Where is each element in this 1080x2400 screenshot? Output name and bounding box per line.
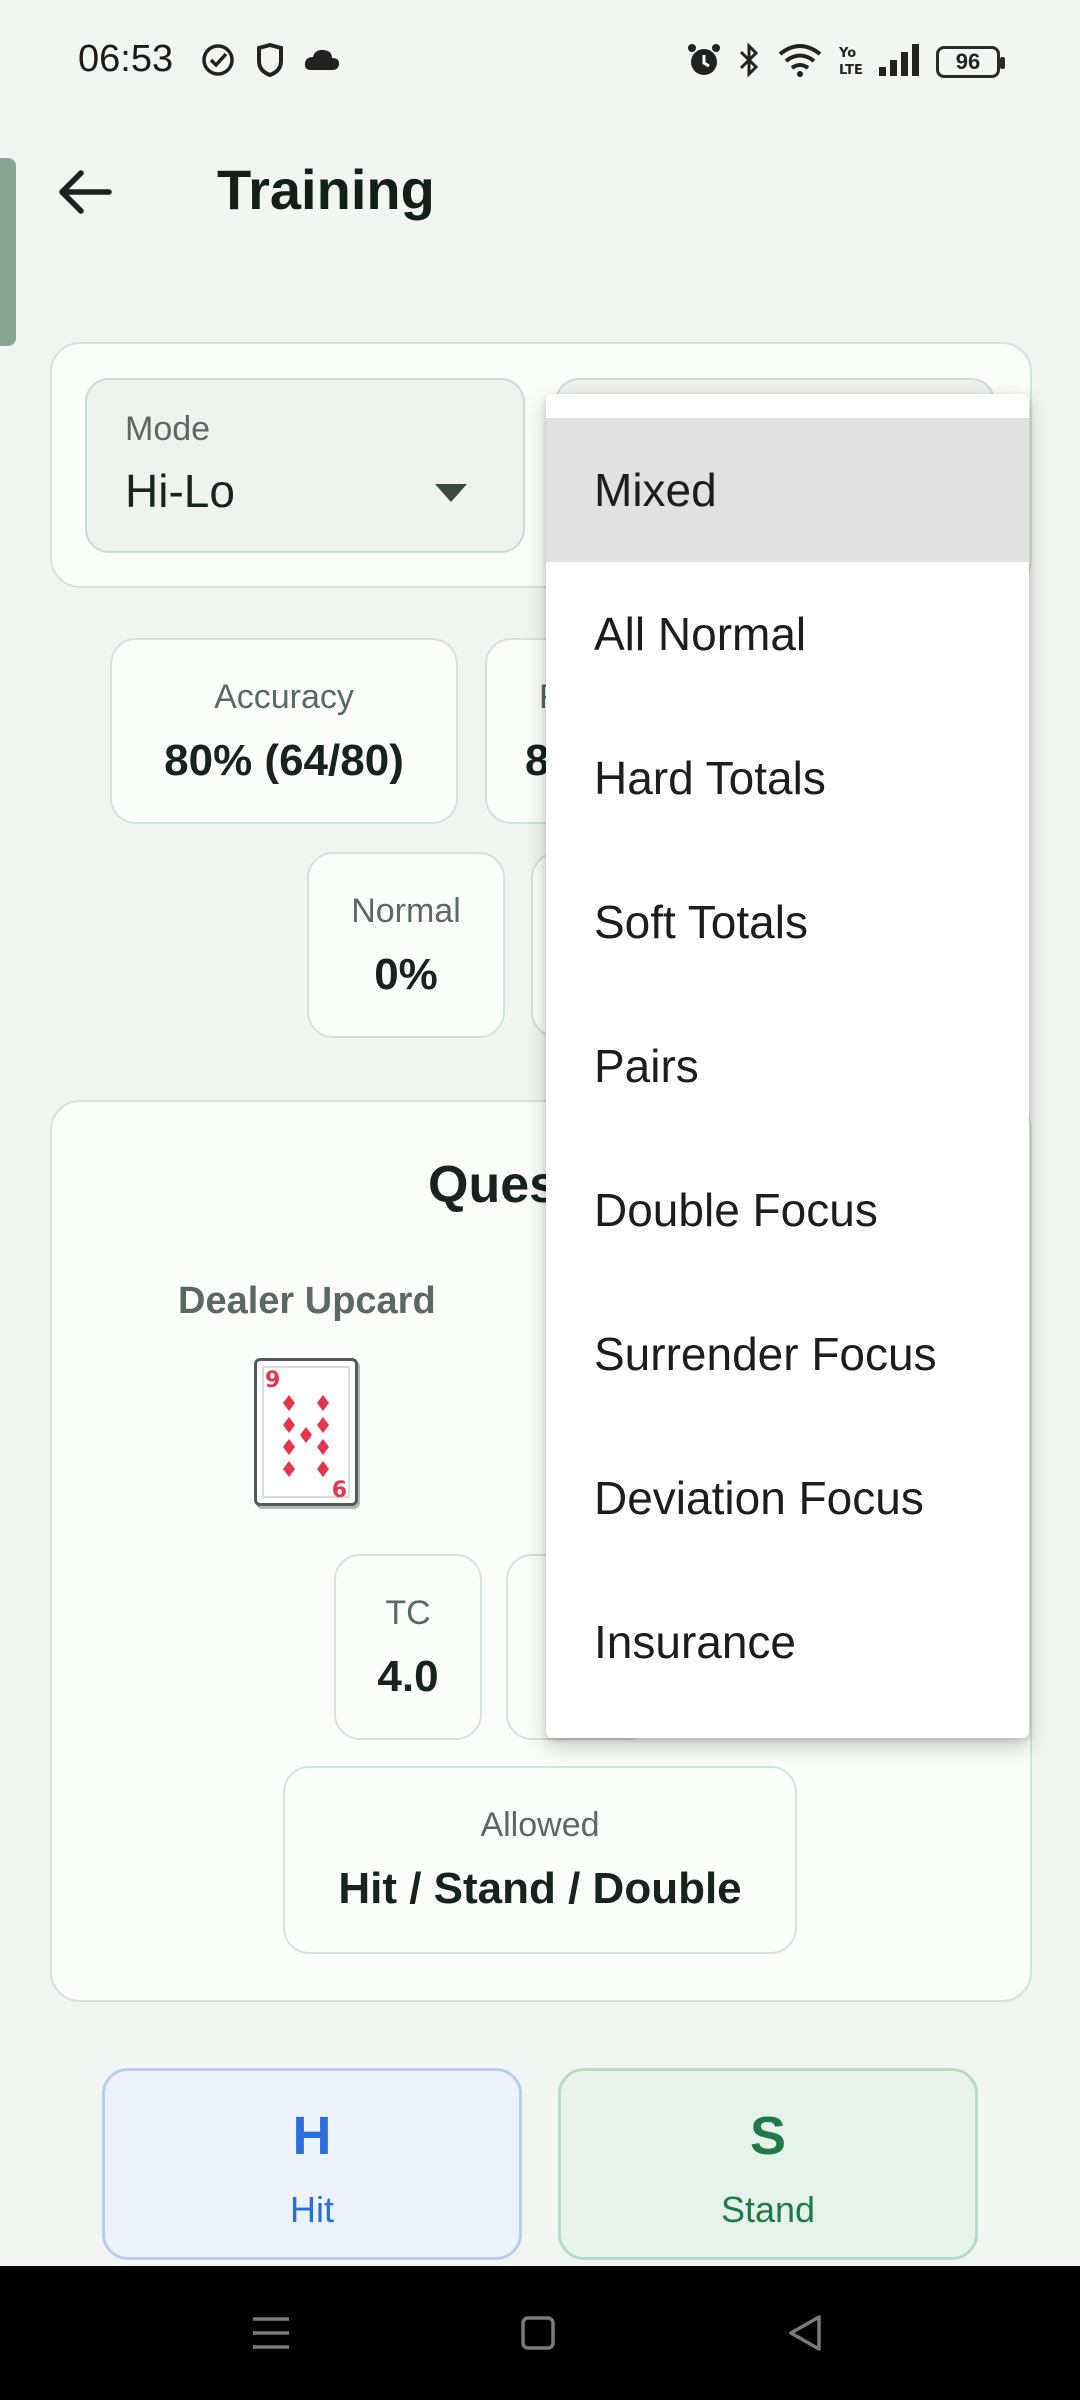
menu-item-hard-totals[interactable]: Hard Totals [546,706,1029,850]
status-bar: 06:53 Yo LTE 96 [0,0,1080,125]
wifi-icon [776,40,824,80]
mode-value: Hi-Lo [125,465,235,517]
signal-icon [876,40,922,80]
hit-key: H [292,2106,332,2166]
bluetooth-icon [734,40,764,80]
tc-value: 4.0 [377,1652,439,1701]
alarm-icon [684,40,724,80]
stand-button[interactable]: S Stand [558,2068,978,2260]
accuracy-stat: Accuracy 80% (64/80) [110,638,458,824]
menu-item-pairs[interactable]: Pairs [546,994,1029,1138]
focus-dropdown-menu: Mixed All Normal Hard Totals Soft Totals… [546,394,1029,1738]
stand-label: Stand [720,2189,816,2230]
allowed-actions: Allowed Hit / Stand / Double [283,1766,797,1954]
menu-item-insurance[interactable]: Insurance [546,1570,1029,1714]
allowed-label: Allowed [480,1806,600,1844]
triangle-back-icon [789,2315,821,2351]
accuracy-value: 80% (64/80) [164,736,404,785]
cloud-icon [302,40,342,80]
menu-item-all-normal[interactable]: All Normal [546,562,1029,706]
menu-item-soft-totals[interactable]: Soft Totals [546,850,1029,994]
accuracy-label: Accuracy [214,678,354,716]
normal-label: Normal [351,892,461,930]
menu-item-double-focus[interactable]: Double Focus [546,1138,1029,1282]
shield-icon [252,40,288,80]
back-nav-button[interactable] [775,2303,835,2363]
volte-icon: Yo LTE [836,40,866,80]
tc-stat: TC 4.0 [334,1554,482,1740]
check-circle-icon [198,40,238,80]
arrow-back-icon [59,170,112,214]
menu-item-mixed[interactable]: Mixed [546,418,1029,562]
caret-down-icon [435,484,467,502]
card-rank-top: 9 [265,1368,280,1393]
square-home-icon [521,2316,555,2350]
stand-key: S [749,2106,787,2166]
back-button[interactable] [48,155,122,229]
card-rank-bottom: 6 [332,1478,347,1503]
hit-label: Hit [290,2189,334,2230]
dealer-upcard-label: Dealer Upcard [178,1280,436,1322]
menu-item-surrender-focus[interactable]: Surrender Focus [546,1282,1029,1426]
edge-panel-handle[interactable] [0,158,16,346]
tc-label: TC [385,1594,431,1632]
svg-text:Yo: Yo [838,46,856,61]
normal-stat: Normal 0% [307,852,505,1038]
normal-value: 0% [374,950,438,999]
battery-icon: 96 [936,46,1005,78]
dealer-card: 9 6 [254,1358,358,1506]
mode-label: Mode [125,410,211,448]
question-title: Ques [428,1156,559,1214]
menu-lines-icon [253,2317,289,2349]
menu-item-deviation-focus[interactable]: Deviation Focus [546,1426,1029,1570]
recents-button[interactable] [241,2303,301,2363]
diamond-suit-icon [283,1395,329,1477]
svg-text:LTE: LTE [839,63,863,77]
mode-dropdown[interactable]: Mode Hi-Lo [85,378,525,553]
status-time: 06:53 [78,38,174,80]
allowed-value: Hit / Stand / Double [338,1864,742,1913]
home-button[interactable] [508,2303,568,2363]
hit-button[interactable]: H Hit [102,2068,522,2260]
page-title: Training [217,158,435,221]
